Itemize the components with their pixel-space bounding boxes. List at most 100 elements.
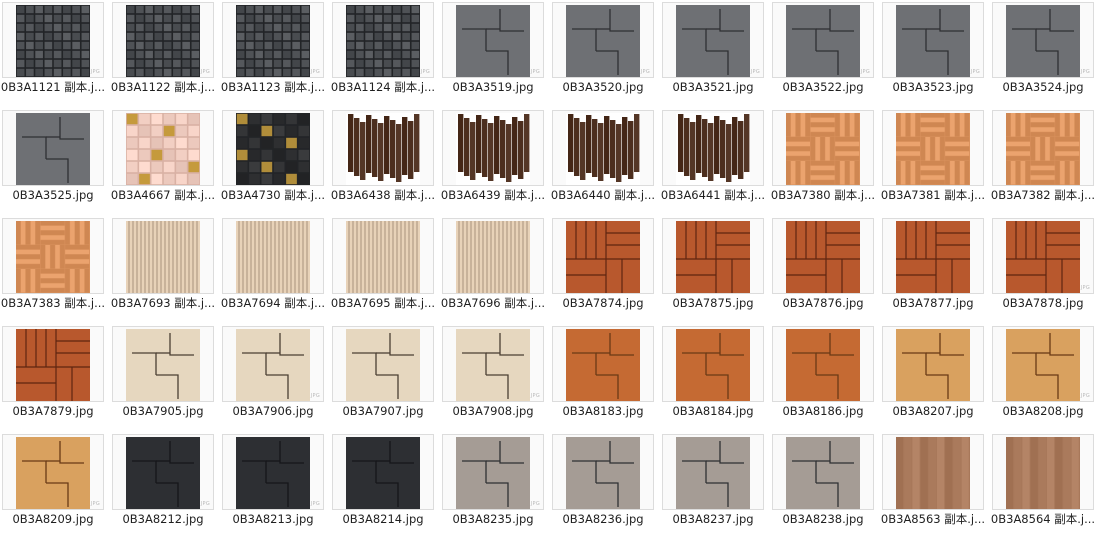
file-thumbnail[interactable]: JPG — [992, 326, 1094, 402]
file-item[interactable]: JPG 0B3A1122 副本.j... — [111, 1, 215, 105]
file-thumbnail[interactable]: JPG — [2, 2, 104, 78]
file-thumbnail[interactable]: JPG — [992, 2, 1094, 78]
file-thumbnail[interactable] — [882, 434, 984, 510]
file-thumbnail[interactable] — [112, 326, 214, 402]
file-name-label[interactable]: 0B3A3520.jpg — [547, 80, 659, 95]
file-name-label[interactable]: 0B3A7875.jpg — [657, 296, 769, 311]
file-thumbnail[interactable] — [332, 110, 434, 186]
file-thumbnail[interactable]: JPG — [112, 2, 214, 78]
file-item[interactable]: JPG 0B3A8208.jpg — [991, 325, 1095, 429]
file-item[interactable]: 0B3A7876.jpg — [771, 217, 875, 321]
file-item[interactable]: 0B3A4730 副本.j... — [221, 109, 325, 213]
file-name-label[interactable]: 0B3A6438 副本.j... — [327, 188, 439, 203]
file-item[interactable]: JPG 0B3A8213.jpg — [221, 433, 325, 537]
file-thumbnail[interactable] — [772, 434, 874, 510]
file-item[interactable]: 0B3A7905.jpg — [111, 325, 215, 429]
file-thumbnail[interactable]: JPG — [2, 434, 104, 510]
file-name-label[interactable]: 0B3A7906.jpg — [217, 404, 329, 419]
file-name-label[interactable]: 0B3A7905.jpg — [107, 404, 219, 419]
file-thumbnail[interactable]: JPG — [882, 2, 984, 78]
file-thumbnail[interactable] — [552, 110, 654, 186]
file-name-label[interactable]: 0B3A7382 副本.j... — [987, 188, 1099, 203]
file-thumbnail[interactable] — [332, 326, 434, 402]
file-item[interactable]: JPG 0B3A7906.jpg — [221, 325, 325, 429]
file-name-label[interactable]: 0B3A3523.jpg — [877, 80, 989, 95]
file-thumbnail[interactable]: JPG — [442, 434, 544, 510]
file-name-label[interactable]: 0B3A8186.jpg — [767, 404, 879, 419]
file-thumbnail[interactable]: JPG — [222, 2, 324, 78]
file-item[interactable]: JPG 0B3A3520.jpg — [551, 1, 655, 105]
file-thumbnail[interactable]: JPG — [442, 2, 544, 78]
file-name-label[interactable]: 0B3A4730 副本.j... — [217, 188, 329, 203]
file-name-label[interactable]: 0B3A1124 副本.j... — [327, 80, 439, 95]
file-name-label[interactable]: 0B3A7696 副本.j... — [437, 296, 549, 311]
file-name-label[interactable]: 0B3A8238.jpg — [767, 512, 879, 527]
file-name-label[interactable]: 0B3A3519.jpg — [437, 80, 549, 95]
file-thumbnail[interactable]: JPG — [222, 326, 324, 402]
file-thumbnail[interactable]: JPG — [332, 2, 434, 78]
file-item[interactable]: 0B3A6438 副本.j... — [331, 109, 435, 213]
file-item[interactable]: 0B3A6440 副本.j... — [551, 109, 655, 213]
file-item[interactable]: 0B3A7877.jpg — [881, 217, 985, 321]
file-thumbnail[interactable] — [2, 110, 104, 186]
file-item[interactable]: JPG 0B3A7878.jpg — [991, 217, 1095, 321]
file-item[interactable]: 0B3A7907.jpg — [331, 325, 435, 429]
file-name-label[interactable]: 0B3A8213.jpg — [217, 512, 329, 527]
file-item[interactable]: 0B3A7695 副本.j... — [331, 217, 435, 321]
file-item[interactable]: 0B3A4667 副本.j... — [111, 109, 215, 213]
file-name-label[interactable]: 0B3A8208.jpg — [987, 404, 1099, 419]
file-item[interactable]: 0B3A6439 副本.j... — [441, 109, 545, 213]
file-item[interactable]: JPG 0B3A8212.jpg — [111, 433, 215, 537]
file-item[interactable]: 0B3A8186.jpg — [771, 325, 875, 429]
file-thumbnail[interactable] — [442, 110, 544, 186]
file-item[interactable]: 0B3A7383 副本.j... — [1, 217, 105, 321]
file-thumbnail[interactable] — [442, 218, 544, 294]
file-thumbnail[interactable] — [662, 434, 764, 510]
file-name-label[interactable]: 0B3A6441 副本.j... — [657, 188, 769, 203]
file-name-label[interactable]: 0B3A8563 副本.j... — [877, 512, 989, 527]
file-thumbnail[interactable] — [552, 326, 654, 402]
file-item[interactable]: 0B3A7696 副本.j... — [441, 217, 545, 321]
file-name-label[interactable]: 0B3A7380 副本.j... — [767, 188, 879, 203]
file-name-label[interactable]: 0B3A7383 副本.j... — [0, 296, 109, 311]
file-item[interactable]: 0B3A7382 副本.j... — [991, 109, 1095, 213]
file-name-label[interactable]: 0B3A7381 副本.j... — [877, 188, 989, 203]
file-name-label[interactable]: 0B3A7879.jpg — [0, 404, 109, 419]
file-thumbnail[interactable]: JPG — [552, 2, 654, 78]
file-item[interactable]: JPG 0B3A3523.jpg — [881, 1, 985, 105]
file-name-label[interactable]: 0B3A8183.jpg — [547, 404, 659, 419]
file-name-label[interactable]: 0B3A7877.jpg — [877, 296, 989, 311]
file-thumbnail[interactable] — [2, 218, 104, 294]
file-thumbnail[interactable] — [552, 218, 654, 294]
file-name-label[interactable]: 0B3A1122 副本.j... — [107, 80, 219, 95]
file-thumbnail[interactable] — [882, 326, 984, 402]
file-name-label[interactable]: 0B3A6440 副本.j... — [547, 188, 659, 203]
file-item[interactable]: 0B3A6441 副本.j... — [661, 109, 765, 213]
file-thumbnail[interactable]: JPG — [222, 434, 324, 510]
file-name-label[interactable]: 0B3A7693 副本.j... — [107, 296, 219, 311]
file-name-label[interactable]: 0B3A8237.jpg — [657, 512, 769, 527]
file-thumbnail[interactable] — [112, 218, 214, 294]
file-name-label[interactable]: 0B3A8564 副本.j... — [987, 512, 1099, 527]
file-name-label[interactable]: 0B3A8235.jpg — [437, 512, 549, 527]
file-thumbnail[interactable]: JPG — [992, 218, 1094, 294]
file-thumbnail[interactable]: JPG — [772, 2, 874, 78]
file-thumbnail[interactable] — [112, 110, 214, 186]
file-item[interactable]: 0B3A8237.jpg — [661, 433, 765, 537]
file-thumbnail[interactable] — [882, 110, 984, 186]
file-item[interactable]: JPG 0B3A3521.jpg — [661, 1, 765, 105]
file-item[interactable]: JPG 0B3A3524.jpg — [991, 1, 1095, 105]
file-item[interactable]: JPG 0B3A3522.jpg — [771, 1, 875, 105]
file-name-label[interactable]: 0B3A7694 副本.j... — [217, 296, 329, 311]
file-name-label[interactable]: 0B3A8214.jpg — [327, 512, 439, 527]
file-thumbnail[interactable] — [882, 218, 984, 294]
file-item[interactable]: 0B3A7380 副本.j... — [771, 109, 875, 213]
file-thumbnail[interactable]: JPG — [662, 2, 764, 78]
file-item[interactable]: 0B3A8564 副本.j... — [991, 433, 1095, 537]
file-item[interactable]: 0B3A7879.jpg — [1, 325, 105, 429]
file-thumbnail[interactable] — [332, 434, 434, 510]
file-name-label[interactable]: 0B3A7907.jpg — [327, 404, 439, 419]
file-name-label[interactable]: 0B3A3521.jpg — [657, 80, 769, 95]
file-item[interactable]: 0B3A7874.jpg — [551, 217, 655, 321]
file-name-label[interactable]: 0B3A8184.jpg — [657, 404, 769, 419]
